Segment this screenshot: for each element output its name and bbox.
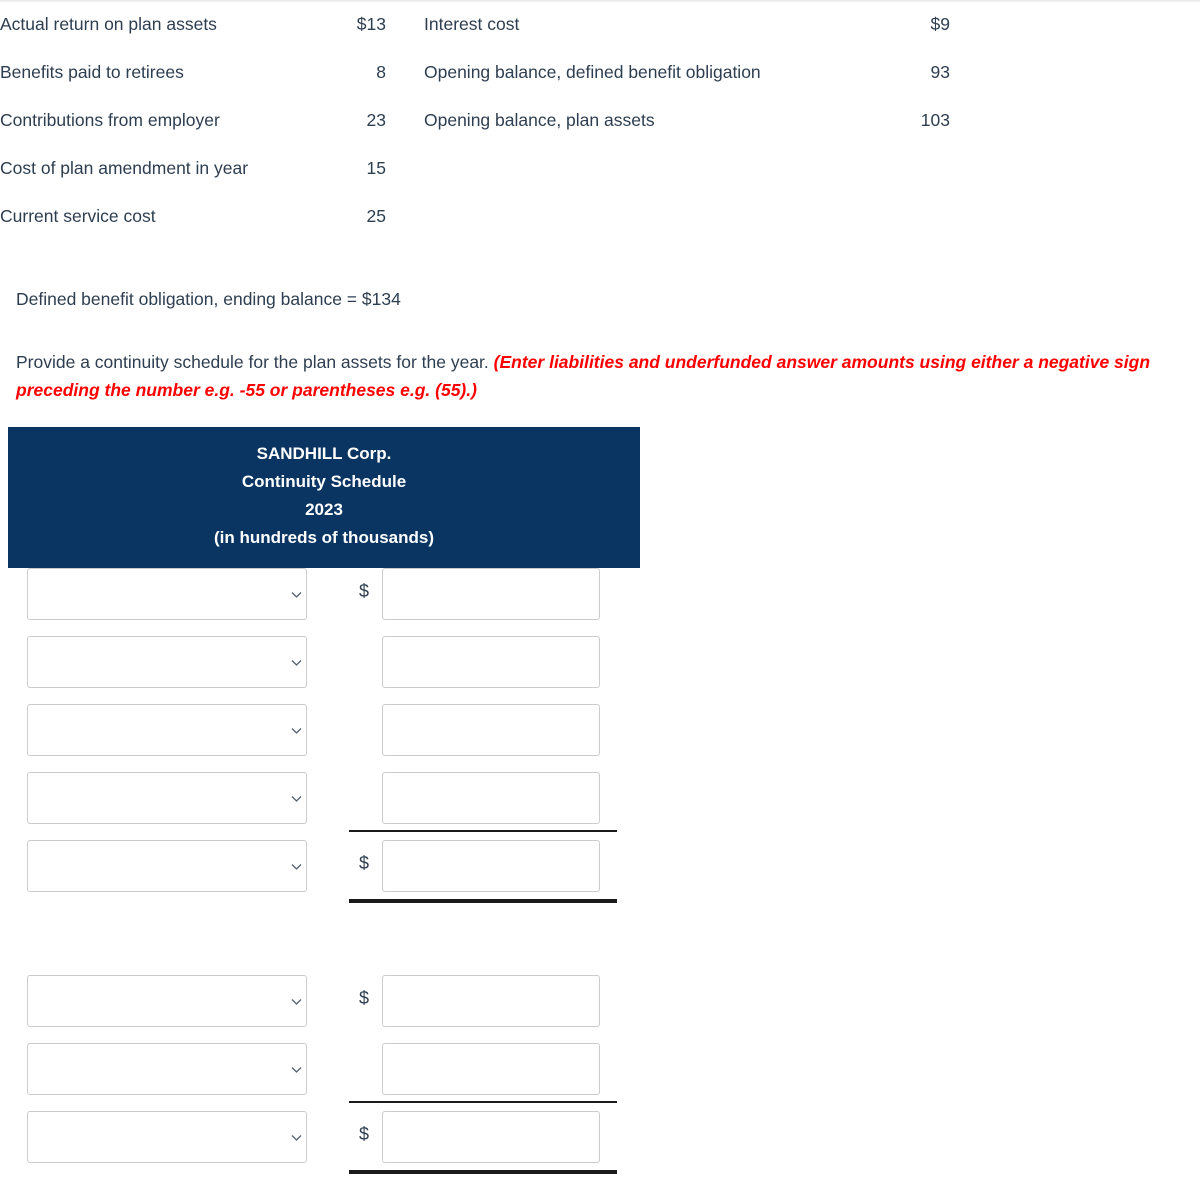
given-label-right: Opening balance, defined benefit obligat… [424, 61, 761, 82]
schedule-row [0, 772, 660, 840]
schedule-amount-input[interactable] [382, 704, 600, 756]
schedule-row: $ [0, 975, 660, 1043]
given-label-right: Opening balance, plan assets [424, 109, 655, 130]
schedule-amount-input[interactable] [382, 636, 600, 688]
schedule-line-item-select[interactable] [27, 568, 307, 620]
total-rule [349, 1170, 617, 1174]
schedule-line-item-select[interactable] [27, 1111, 307, 1163]
table-row: Current service cost 25 [0, 192, 950, 240]
column-gap [386, 144, 424, 192]
schedule-amount-input[interactable] [382, 975, 600, 1027]
table-row: Actual return on plan assets $13 Interes… [0, 0, 950, 48]
table-row: Cost of plan amendment in year 15 [0, 144, 950, 192]
schedule-line-item-select[interactable] [27, 1043, 307, 1095]
schedule-units: (in hundreds of thousands) [213, 528, 435, 547]
schedule-amount-input[interactable] [382, 840, 600, 892]
given-value-right: 103 [920, 109, 950, 130]
given-value-left: 23 [366, 109, 386, 130]
given-data-body: Actual return on plan assets $13 Interes… [0, 0, 950, 240]
column-gap [386, 48, 424, 96]
given-value-left: $13 [356, 13, 386, 34]
subtotal-rule [349, 830, 617, 832]
schedule-header: SANDHILL Corp. Continuity Schedule 2023 … [8, 427, 640, 568]
schedule-row [0, 636, 660, 704]
currency-symbol: $ [359, 1124, 370, 1144]
given-value-left: 25 [366, 205, 386, 226]
schedule-company-name: SANDHILL Corp. [256, 444, 392, 463]
currency-symbol: $ [359, 988, 370, 1008]
given-label-left: Benefits paid to retirees [0, 61, 184, 82]
given-value-right: 93 [930, 61, 950, 82]
schedule-line-item-select[interactable] [27, 704, 307, 756]
given-label-left: Contributions from employer [0, 109, 220, 130]
schedule-amount-input[interactable] [382, 568, 600, 620]
schedule-line-item-select[interactable] [27, 975, 307, 1027]
schedule-line-item-select[interactable] [27, 840, 307, 892]
schedule-row: $ [0, 1111, 660, 1179]
given-label-left: Current service cost [0, 205, 156, 226]
given-data-table: Actual return on plan assets $13 Interes… [0, 0, 950, 240]
schedule-amount-input[interactable] [382, 1043, 600, 1095]
given-value-right: $9 [930, 13, 950, 34]
schedule-line-item-select[interactable] [27, 636, 307, 688]
schedule-year: 2023 [305, 500, 343, 519]
schedule-title: Continuity Schedule [241, 472, 407, 491]
ending-balance-text: Defined benefit obligation, ending balan… [16, 289, 401, 309]
question-prompt: Provide a continuity schedule for the pl… [16, 348, 1200, 404]
given-value-left: 15 [366, 157, 386, 178]
table-row: Contributions from employer 23 Opening b… [0, 96, 950, 144]
continuity-schedule: SANDHILL Corp. Continuity Schedule 2023 … [8, 427, 640, 568]
given-label-left: Actual return on plan assets [0, 13, 217, 34]
given-value-left: 8 [376, 61, 386, 82]
currency-symbol: $ [359, 581, 370, 601]
currency-symbol: $ [359, 853, 370, 873]
schedule-line-item-select[interactable] [27, 772, 307, 824]
given-label-right: Interest cost [424, 13, 520, 34]
column-gap [386, 96, 424, 144]
schedule-amount-input[interactable] [382, 1111, 600, 1163]
given-value-right [844, 144, 950, 192]
total-rule [349, 899, 617, 903]
given-label-left: Cost of plan amendment in year [0, 157, 249, 178]
table-row: Benefits paid to retirees 8 Opening bala… [0, 48, 950, 96]
schedule-input-rows: $ $ $ $ [0, 568, 660, 1179]
schedule-row: $ [0, 568, 660, 636]
given-value-right [844, 192, 950, 240]
schedule-amount-input[interactable] [382, 772, 600, 824]
given-label-right [424, 192, 844, 240]
column-gap [386, 0, 424, 48]
given-label-right [424, 144, 844, 192]
schedule-row [0, 704, 660, 772]
schedule-row: $ [0, 840, 660, 975]
subtotal-rule [349, 1101, 617, 1103]
schedule-row [0, 1043, 660, 1111]
column-gap [386, 192, 424, 240]
prompt-text: Provide a continuity schedule for the pl… [16, 352, 489, 372]
